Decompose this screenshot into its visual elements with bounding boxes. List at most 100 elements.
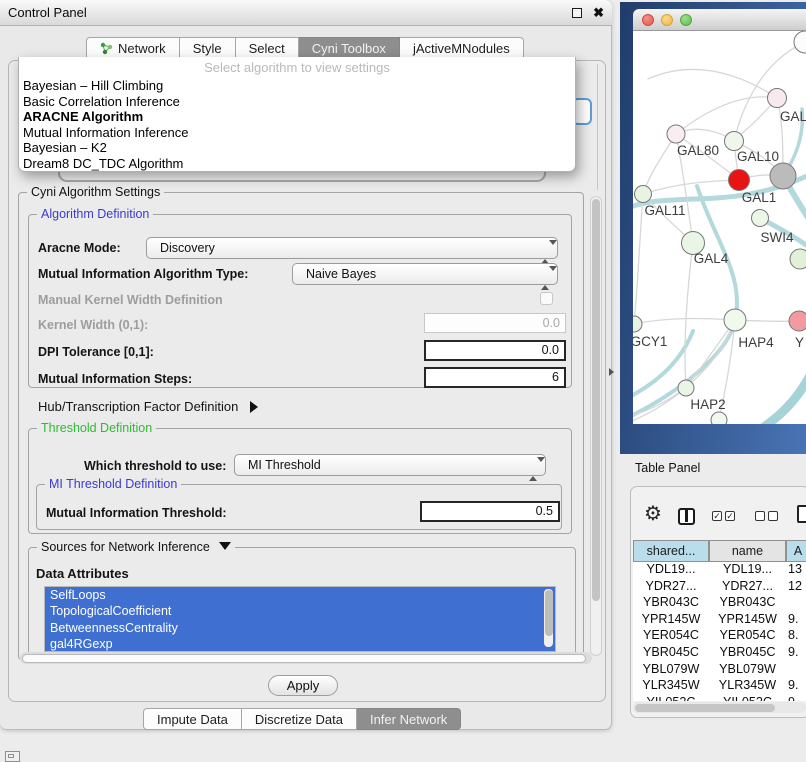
network-node-gal11[interactable] <box>635 186 652 203</box>
zoom-button[interactable] <box>680 14 692 26</box>
table-row[interactable]: YER054CYER054C8. <box>633 628 806 645</box>
algorithm-option-bayesian-k2[interactable]: Bayesian – K2 <box>19 140 575 156</box>
aracne-mode-label: Aracne Mode: <box>38 241 121 255</box>
network-edge[interactable] <box>634 319 735 324</box>
bottom-tabbar: Impute DataDiscretize Data Infer Network <box>143 708 461 730</box>
list-scrollbar[interactable] <box>544 589 553 647</box>
mi-type-combo[interactable]: Naive Bayes <box>292 263 558 285</box>
attribute-item-betweennesscentrality[interactable]: BetweennessCentrality <box>45 620 555 636</box>
unchecked-box-icon <box>768 511 778 521</box>
show-columns-icon[interactable]: ✓✓ <box>712 511 735 521</box>
network-node-gal[interactable] <box>768 89 787 108</box>
attribute-item-selfloops[interactable]: SelfLoops <box>45 587 555 603</box>
network-icon <box>100 42 113 55</box>
network-node[interactable] <box>711 412 727 424</box>
table-row[interactable]: YPR145WYPR145W9. <box>633 612 806 629</box>
expand-right-icon <box>250 401 258 413</box>
hide-columns-icon[interactable] <box>755 511 778 521</box>
close-icon[interactable]: ✖ <box>593 0 604 26</box>
document-icon[interactable] <box>797 505 806 523</box>
dpi-tolerance-field[interactable]: 0.0 <box>424 340 566 361</box>
data-attributes-list[interactable]: SelfLoopsTopologicalCoefficientBetweenne… <box>44 586 556 652</box>
close-button[interactable] <box>642 14 654 26</box>
table-cell: YIL052C <box>709 695 786 701</box>
network-node[interactable] <box>794 31 806 53</box>
network-edge[interactable] <box>761 361 806 424</box>
scrollbar-thumb[interactable] <box>592 199 600 601</box>
manual-kernel-checkbox[interactable] <box>540 292 553 305</box>
split-pane-collapse-arrow[interactable] <box>609 368 614 376</box>
apply-button[interactable]: Apply <box>268 675 338 696</box>
sources-expander[interactable]: Sources for Network Inference <box>37 540 235 554</box>
network-node-y[interactable] <box>789 311 806 331</box>
network-node[interactable] <box>790 249 806 269</box>
column-header-shared[interactable]: shared... <box>633 540 709 562</box>
algorithm-option-aracne-algorithm[interactable]: ARACNE Algorithm <box>19 109 575 125</box>
algorithm-option-mutual-information-inference[interactable]: Mutual Information Inference <box>19 125 575 141</box>
table-row[interactable]: YBR043CYBR043C <box>633 595 806 612</box>
network-graph[interactable]: GALGAL80GAL10GAL1GAL11SWI4GAL4GCY1HAP4YH… <box>633 31 806 424</box>
scrollbar-thumb[interactable] <box>635 704 775 712</box>
scrollbar-thumb[interactable] <box>22 654 586 663</box>
attribute-item-topologicalcoefficient[interactable]: TopologicalCoefficient <box>45 603 555 619</box>
node-table[interactable]: YDL19...YDL19...13YDR27...YDR27...12YBR0… <box>633 562 806 701</box>
network-node-gal10[interactable] <box>725 132 744 151</box>
scrollbar-thumb[interactable] <box>545 590 553 636</box>
table-horizontal-scrollbar[interactable] <box>633 702 806 713</box>
table-cell: YER054C <box>709 628 786 645</box>
network-node-swi4[interactable] <box>752 210 769 227</box>
hub-definition-expander[interactable]: Hub/Transcription Factor Definition <box>38 399 258 414</box>
table-row[interactable]: YLR345WYLR345W9. <box>633 678 806 695</box>
network-node-gcy1[interactable] <box>633 316 642 332</box>
table-cell: 8. <box>786 628 806 645</box>
settings-horizontal-scrollbar[interactable] <box>20 652 592 664</box>
column-header-a[interactable]: A <box>786 540 806 562</box>
network-edge[interactable] <box>643 180 739 194</box>
column-header-name[interactable]: name <box>709 540 786 562</box>
node-label-hap4: HAP4 <box>738 335 774 350</box>
attribute-item-gal4rgexp[interactable]: gal4RGexp <box>45 636 555 652</box>
network-node-gal1[interactable] <box>729 170 750 191</box>
minimize-button[interactable] <box>661 14 673 26</box>
table-row[interactable]: YBL079WYBL079W <box>633 662 806 679</box>
float-panel-icon[interactable] <box>572 8 582 18</box>
aracne-mode-combo[interactable]: Discovery <box>146 237 558 259</box>
collapse-down-icon <box>219 542 231 550</box>
mi-steps-field[interactable]: 6 <box>424 367 566 388</box>
network-node-hap2[interactable] <box>678 380 694 396</box>
which-threshold-combo[interactable]: MI Threshold <box>234 454 546 476</box>
tab-label: Infer Network <box>370 709 447 730</box>
table-cell: YBL079W <box>709 662 786 679</box>
kernel-width-field[interactable]: 0.0 <box>424 313 566 333</box>
mi-threshold-field[interactable]: 0.5 <box>420 501 560 522</box>
network-canvas[interactable]: GALGAL80GAL10GAL1GAL11SWI4GAL4GCY1HAP4YH… <box>633 31 806 424</box>
dock-panel-icon[interactable] <box>5 751 20 762</box>
network-node[interactable] <box>770 163 796 189</box>
combo-value: Discovery <box>160 241 215 255</box>
network-node-hap4[interactable] <box>724 309 746 331</box>
table-row[interactable]: YIL052CYIL052C9 <box>633 695 806 701</box>
node-label-hap2: HAP2 <box>690 397 725 412</box>
node-label-gal80: GAL80 <box>677 143 719 158</box>
gear-icon[interactable]: ⚙ <box>644 502 662 526</box>
network-edge[interactable] <box>685 243 693 388</box>
algorithm-option-bayesian-hill-climbing[interactable]: Bayesian – Hill Climbing <box>19 78 575 94</box>
algorithm-option-basic-correlation-inference[interactable]: Basic Correlation Inference <box>19 94 575 110</box>
node-label-y: Y <box>795 335 804 350</box>
settings-vertical-scrollbar[interactable] <box>590 196 602 656</box>
algorithm-option-dream8-dc-tdc-algorithm[interactable]: Dream8 DC_TDC Algorithm <box>19 156 575 172</box>
table-cell: YDR27... <box>633 579 709 596</box>
tab-discretize-data[interactable]: Discretize Data <box>242 708 357 730</box>
table-row[interactable]: YDR27...YDR27...12 <box>633 579 806 596</box>
table-row[interactable]: YBR045CYBR045C9. <box>633 645 806 662</box>
table-row[interactable]: YDL19...YDL19...13 <box>633 562 806 579</box>
tab-infer-network[interactable]: Infer Network <box>357 708 461 730</box>
table-cell: 13 <box>786 562 806 579</box>
tab-impute-data[interactable]: Impute Data <box>143 708 242 730</box>
network-node-gal80[interactable] <box>667 125 685 143</box>
tab-label: Select <box>249 38 285 59</box>
tab-label: jActiveMNodules <box>413 38 510 59</box>
network-edge[interactable] <box>634 194 643 324</box>
columns-icon[interactable] <box>678 508 695 525</box>
network-edge[interactable] <box>643 134 676 194</box>
